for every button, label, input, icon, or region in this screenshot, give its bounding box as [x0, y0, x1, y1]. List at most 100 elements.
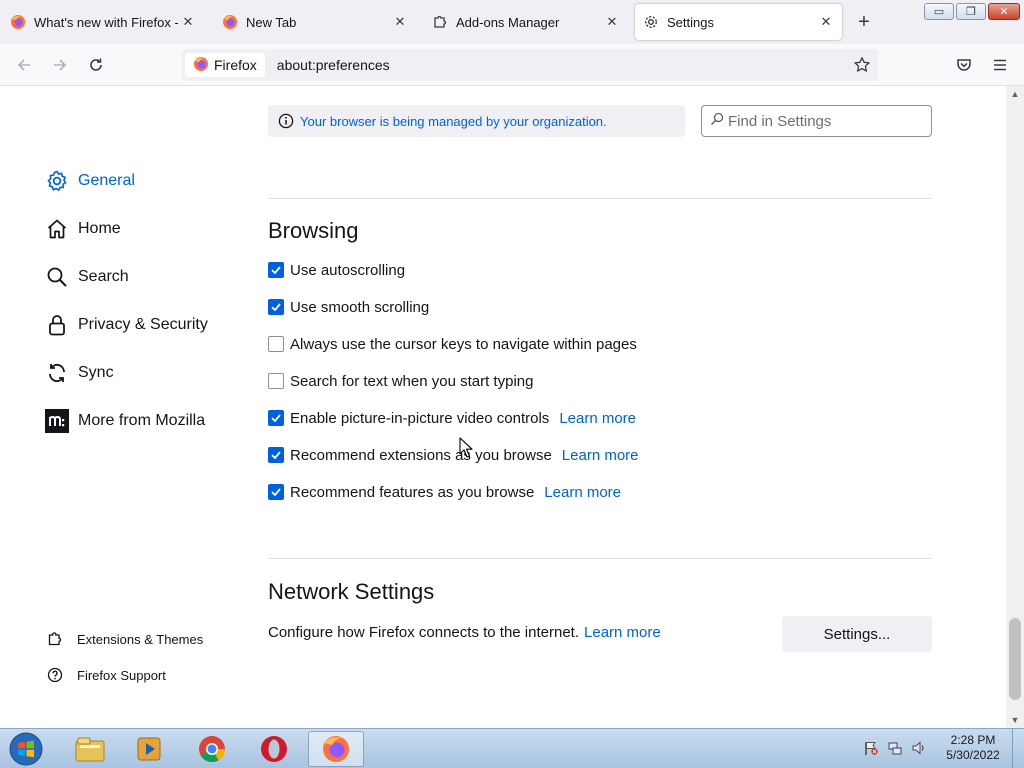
- tab-addons-manager[interactable]: Add-ons Manager ✕: [430, 4, 628, 40]
- search-icon: [44, 264, 70, 290]
- minimize-button[interactable]: ▭: [924, 3, 954, 20]
- scrollbar-thumb[interactable]: [1009, 618, 1021, 700]
- new-tab-button[interactable]: +: [852, 10, 876, 34]
- firefox-icon: [222, 14, 238, 30]
- tab-title: What's new with Firefox - Mo: [34, 14, 178, 30]
- policy-banner[interactable]: Your browser is being managed by your or…: [268, 105, 685, 137]
- section-divider: [268, 558, 932, 559]
- option-recommend-extensions[interactable]: Recommend extensions as you browse Learn…: [268, 444, 639, 466]
- vertical-scrollbar[interactable]: ▲ ▼: [1006, 86, 1024, 728]
- find-in-settings-field[interactable]: [701, 105, 932, 137]
- chrome-icon: [199, 736, 226, 763]
- checkbox[interactable]: [268, 447, 284, 463]
- option-picture-in-picture[interactable]: Enable picture-in-picture video controls…: [268, 407, 636, 429]
- navigation-toolbar: Firefox about:preferences: [0, 44, 1024, 86]
- sidebar-item-more-from-mozilla[interactable]: More from Mozilla: [44, 403, 205, 439]
- start-button[interactable]: [6, 731, 46, 767]
- sidebar-item-label: More from Mozilla: [78, 412, 206, 429]
- gear-icon: [44, 168, 70, 194]
- forward-button[interactable]: [46, 52, 74, 78]
- taskbar-chrome-button[interactable]: [184, 731, 240, 767]
- settings-page: General Home Search Privacy & Security S…: [0, 86, 1024, 728]
- menu-button[interactable]: [986, 52, 1014, 78]
- taskbar-clock[interactable]: 2:28 PM 5/30/2022: [940, 733, 1006, 763]
- learn-more-link[interactable]: Learn more: [562, 447, 639, 464]
- opera-icon: [261, 736, 287, 762]
- sidebar-item-label: General: [78, 172, 135, 189]
- option-label: Use autoscrolling: [290, 261, 406, 279]
- close-icon[interactable]: ✕: [816, 12, 836, 32]
- network-settings-button[interactable]: Settings...: [782, 616, 932, 652]
- scroll-up-arrow-icon[interactable]: ▲: [1010, 89, 1020, 99]
- network-description: Configure how Firefox connects to the in…: [268, 624, 661, 641]
- checkbox[interactable]: [268, 410, 284, 426]
- learn-more-link[interactable]: Learn more: [584, 624, 661, 641]
- option-label: Use smooth scrolling: [290, 298, 430, 316]
- option-label: Search for text when you start typing: [290, 372, 534, 390]
- tab-settings[interactable]: Settings ✕: [635, 4, 842, 40]
- sidebar-item-search[interactable]: Search: [44, 259, 129, 295]
- sidebar-item-general[interactable]: General: [44, 163, 135, 199]
- tab-whats-new[interactable]: What's new with Firefox - Mo ✕: [8, 4, 204, 40]
- taskbar-media-player-button[interactable]: [121, 731, 177, 767]
- checkbox[interactable]: [268, 373, 284, 389]
- taskbar-firefox-button[interactable]: [308, 731, 364, 767]
- reload-button[interactable]: [82, 52, 110, 78]
- bookmark-star-icon[interactable]: [852, 55, 872, 75]
- close-icon[interactable]: ✕: [178, 12, 198, 32]
- tab-new-tab[interactable]: New Tab ✕: [220, 4, 416, 40]
- sidebar-footer-label: Firefox Support: [77, 667, 166, 683]
- tab-title: Settings: [667, 14, 714, 30]
- option-search-typing[interactable]: Search for text when you start typing: [268, 370, 533, 392]
- search-icon: [710, 112, 724, 131]
- sidebar-item-firefox-support[interactable]: Firefox Support: [46, 663, 166, 687]
- url-bar[interactable]: Firefox about:preferences: [182, 49, 878, 81]
- pocket-button[interactable]: [950, 52, 978, 78]
- sidebar-item-home[interactable]: Home: [44, 211, 121, 247]
- close-icon[interactable]: ✕: [390, 12, 410, 32]
- taskbar-explorer-button[interactable]: [62, 731, 118, 767]
- tab-title: New Tab: [246, 14, 297, 30]
- clock-time: 2:28 PM: [950, 733, 996, 747]
- show-desktop-button[interactable]: [1012, 729, 1024, 768]
- scroll-down-arrow-icon[interactable]: ▼: [1010, 715, 1020, 725]
- identity-label: Firefox: [214, 57, 257, 73]
- sidebar-item-extensions-themes[interactable]: Extensions & Themes: [46, 627, 203, 651]
- url-text[interactable]: about:preferences: [277, 57, 390, 73]
- network-icon[interactable]: [886, 739, 904, 757]
- restore-button[interactable]: ❐: [956, 3, 986, 20]
- checkbox[interactable]: [268, 336, 284, 352]
- learn-more-link[interactable]: Learn more: [559, 410, 636, 427]
- checkbox[interactable]: [268, 484, 284, 500]
- tab-title: Add-ons Manager: [456, 14, 560, 30]
- option-recommend-features[interactable]: Recommend features as you browse Learn m…: [268, 481, 621, 503]
- back-button[interactable]: [10, 52, 38, 78]
- option-smooth-scrolling[interactable]: Use smooth scrolling: [268, 296, 429, 318]
- taskbar-opera-button[interactable]: [246, 731, 302, 767]
- section-divider: [268, 198, 932, 199]
- checkbox[interactable]: [268, 299, 284, 315]
- option-autoscrolling[interactable]: Use autoscrolling: [268, 259, 405, 281]
- search-input[interactable]: [728, 112, 918, 130]
- sidebar-item-sync[interactable]: Sync: [44, 355, 114, 391]
- identity-box[interactable]: Firefox: [185, 53, 265, 77]
- option-cursor-keys[interactable]: Always use the cursor keys to navigate w…: [268, 333, 637, 355]
- tab-strip: What's new with Firefox - Mo ✕ New Tab ✕…: [0, 0, 1024, 44]
- close-icon[interactable]: ✕: [602, 12, 622, 32]
- firefox-icon: [10, 14, 26, 30]
- action-center-flag-icon[interactable]: [862, 739, 880, 757]
- lock-icon: [44, 312, 70, 338]
- checkbox[interactable]: [268, 262, 284, 278]
- system-tray: [862, 739, 928, 757]
- home-icon: [44, 216, 70, 242]
- volume-icon[interactable]: [910, 739, 928, 757]
- option-label: Recommend extensions as you browse: [290, 446, 552, 464]
- close-window-button[interactable]: ✕: [988, 3, 1020, 20]
- option-label: Always use the cursor keys to navigate w…: [290, 335, 637, 353]
- sidebar-item-privacy-security[interactable]: Privacy & Security: [44, 307, 208, 343]
- learn-more-link[interactable]: Learn more: [544, 484, 621, 501]
- info-icon: [278, 113, 294, 129]
- browsing-section-title: Browsing: [268, 218, 359, 243]
- media-player-icon: [137, 737, 161, 761]
- gear-icon: [643, 14, 659, 30]
